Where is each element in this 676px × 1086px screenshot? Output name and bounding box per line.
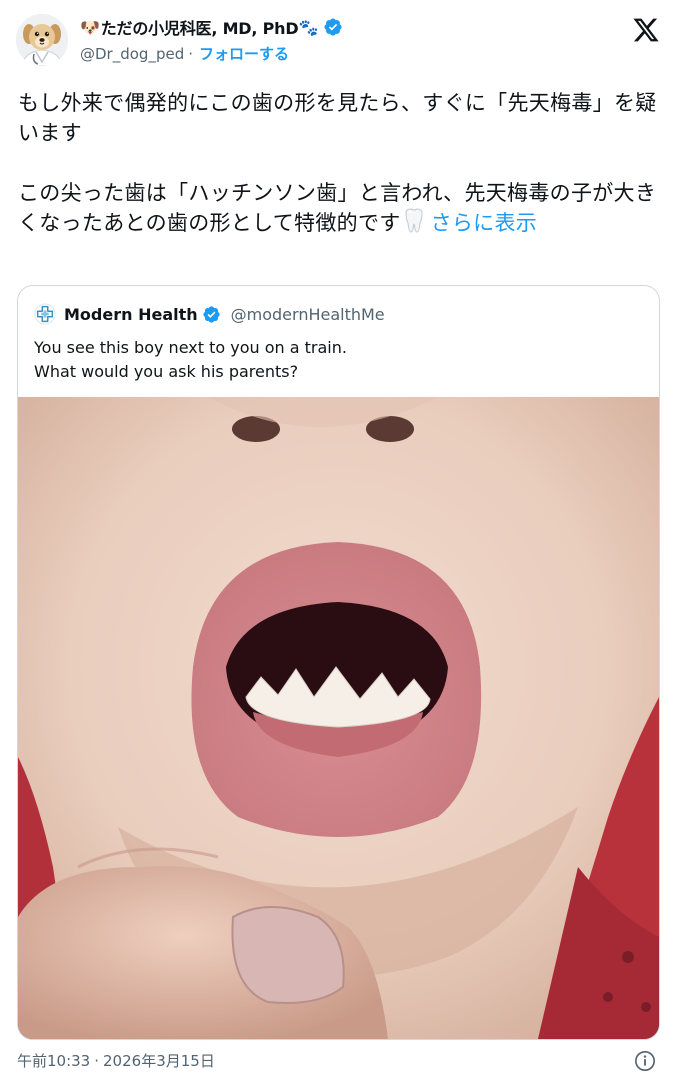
child-open-mouth-photo-icon[interactable] [18,397,659,1039]
quoted-author-name: Modern Health [64,304,198,324]
info-icon[interactable] [634,1050,656,1072]
quoted-tweet-text: You see this boy next to you on a train.… [34,336,634,384]
author-handle[interactable]: @Dr_dog_ped [80,45,184,63]
paw-prints-emoji-icon: 🐾 [298,17,319,37]
dog-face-emoji-icon: 🐶 [80,17,100,37]
tweet-paragraph-2-container: この尖った歯は「ハッチンソン歯」と言われ、先天梅毒の子が大きくなったあとの歯の形… [18,178,658,238]
handle-row: @Dr_dog_ped · フォローする [80,43,343,64]
modern-health-logo-icon [34,303,56,325]
author-display-name[interactable]: ただの小児科医, MD, PhD [101,15,299,39]
avatar[interactable] [16,14,68,66]
timestamp-separator: · [94,1051,100,1070]
tweet-header: 🐶 ただの小児科医, MD, PhD 🐾 @Dr_dog_ped · フォローす… [14,12,662,72]
tweet-text: もし外来で偶発的にこの歯の形を見たら、すぐに「先天梅毒」を疑います この尖った歯… [18,88,658,238]
author-block: 🐶 ただの小児科医, MD, PhD 🐾 @Dr_dog_ped · フォローす… [80,14,343,64]
quoted-tweet-header: Modern Health @modernHealthMe [34,302,385,326]
quoted-author-handle: @modernHealthMe [230,304,385,324]
quoted-verified-badge-icon [203,305,220,323]
quoted-text-line-2: What would you ask his parents? [34,362,299,381]
verified-badge-icon [324,18,342,36]
handle-separator: · [188,44,193,63]
tweet-timestamp[interactable]: 午前10:33 · 2026年3月15日 [17,1050,215,1071]
tweet-date[interactable]: 2026年3月15日 [103,1050,215,1071]
tweet-time[interactable]: 午前10:33 [17,1050,90,1071]
tweet-paragraph-2: この尖った歯は「ハッチンソン歯」と言われ、先天梅毒の子が大きくなったあとの歯の形… [18,181,657,235]
quoted-text-line-1: You see this boy next to you on a train. [34,338,347,357]
tweet-paragraph-1: もし外来で偶発的にこの歯の形を見たら、すぐに「先天梅毒」を疑います [18,91,657,145]
x-logo-icon[interactable] [632,16,660,44]
show-more-link[interactable]: さらに表示 [431,211,538,235]
tooth-emoji-icon [405,208,423,233]
dog-avatar-icon [16,14,68,66]
follow-button[interactable]: フォローする [199,43,289,64]
author-name-row[interactable]: 🐶 ただの小児科医, MD, PhD 🐾 [80,14,343,40]
quoted-tweet-card[interactable]: Modern Health @modernHealthMe You see th… [17,285,660,1040]
